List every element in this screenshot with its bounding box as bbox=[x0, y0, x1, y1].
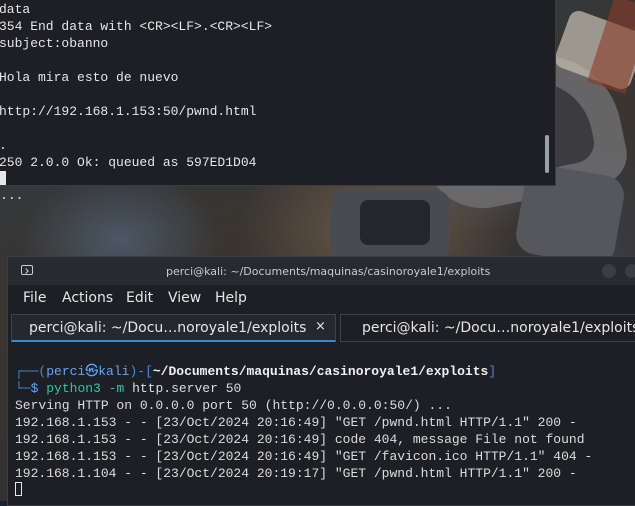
minimize-button[interactable] bbox=[602, 264, 616, 278]
terminal-cursor bbox=[15, 482, 22, 496]
prompt-path: ~/Documents/maquinas/casinoroyale1/explo… bbox=[152, 364, 489, 379]
window-titlebar[interactable]: perci@kali: ~/Documents/maquinas/casinor… bbox=[8, 257, 635, 285]
prompt-dollar: $ bbox=[30, 381, 39, 396]
output-line: 192.168.1.153 - - [23/Oct/2024 20:16:49]… bbox=[15, 449, 593, 464]
top-terminal-output[interactable]: data 354 End data with <CR><LF>.<CR><LF>… bbox=[0, 1, 272, 188]
command-args: http.server 50 bbox=[132, 381, 242, 396]
terminal-output[interactable]: ┌──(perci㉿kali)-[~/Documents/maquinas/ca… bbox=[15, 363, 592, 499]
close-icon[interactable]: × bbox=[315, 319, 326, 334]
output-line: 192.168.1.153 - - [23/Oct/2024 20:16:49]… bbox=[15, 432, 585, 447]
terminal-line: data bbox=[0, 2, 31, 17]
prompt-close: ] bbox=[488, 364, 497, 379]
prompt-mid: )-[ bbox=[129, 364, 153, 379]
output-line: Serving HTTP on 0.0.0.0 port 50 (http://… bbox=[15, 398, 452, 413]
terminal-line: 250 2.0.0 Ok: queued as 597ED1D04 bbox=[0, 155, 257, 170]
menu-edit[interactable]: Edit bbox=[126, 290, 153, 306]
menu-file[interactable]: File bbox=[23, 290, 46, 306]
prompt-open: ┌──( bbox=[15, 364, 47, 379]
terminal-app-icon bbox=[21, 265, 33, 275]
prompt-at: ㉿ bbox=[85, 364, 99, 379]
tab-exploits-2[interactable]: perci@kali: ~/Docu…noroyale1/exploits bbox=[340, 314, 635, 342]
desktop-ellipsis: ... bbox=[0, 188, 24, 203]
prompt-user: perci bbox=[46, 364, 86, 379]
terminal-line: Hola mira esto de nuevo bbox=[0, 70, 179, 85]
tab-label: perci@kali: ~/Docu…noroyale1/exploits bbox=[29, 320, 307, 336]
vertical-scrollbar[interactable] bbox=[545, 135, 549, 173]
tab-exploits-1[interactable]: perci@kali: ~/Docu…noroyale1/exploits × bbox=[11, 314, 336, 342]
output-line: 192.168.1.104 - - [23/Oct/2024 20:19:17]… bbox=[15, 466, 577, 481]
prompt-line2: └─ bbox=[15, 381, 31, 396]
terminal-line: subject:obanno bbox=[0, 36, 109, 51]
terminal-cursor bbox=[0, 171, 6, 185]
output-line: 192.168.1.153 - - [23/Oct/2024 20:16:49]… bbox=[15, 415, 577, 430]
wallpaper-shape bbox=[360, 200, 430, 245]
command-flag: -m bbox=[108, 381, 125, 396]
menu-help[interactable]: Help bbox=[215, 290, 247, 306]
terminal-line: http://192.168.1.153:50/pwnd.html bbox=[0, 104, 257, 119]
terminal-line: . bbox=[0, 138, 7, 153]
maximize-button[interactable] bbox=[625, 264, 635, 278]
terminal-line: 354 End data with <CR><LF>.<CR><LF> bbox=[0, 19, 273, 34]
tab-bar: perci@kali: ~/Docu…noroyale1/exploits × … bbox=[8, 311, 635, 343]
top-terminal-window[interactable]: data 354 End data with <CR><LF>.<CR><LF>… bbox=[0, 0, 556, 186]
tab-label: perci@kali: ~/Docu…noroyale1/exploits bbox=[362, 320, 635, 336]
window-title: perci@kali: ~/Documents/maquinas/casinor… bbox=[166, 265, 491, 278]
menu-bar: File Actions Edit View Help bbox=[8, 285, 635, 309]
command-name: python3 bbox=[46, 381, 101, 396]
bottom-terminal-window[interactable]: perci@kali: ~/Documents/maquinas/casinor… bbox=[7, 256, 635, 506]
menu-view[interactable]: View bbox=[168, 290, 201, 306]
prompt-host: kali bbox=[98, 364, 130, 379]
menu-actions[interactable]: Actions bbox=[62, 290, 113, 306]
